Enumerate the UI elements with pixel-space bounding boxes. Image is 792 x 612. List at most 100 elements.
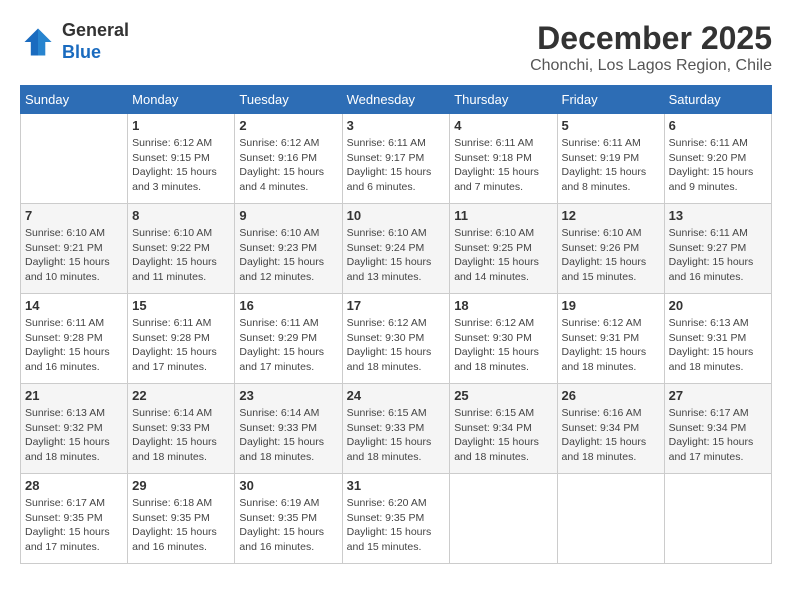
weekday-header-friday: Friday xyxy=(557,86,664,114)
day-number: 2 xyxy=(239,118,337,133)
day-number: 20 xyxy=(669,298,767,313)
weekday-header-sunday: Sunday xyxy=(21,86,128,114)
day-info: Sunrise: 6:15 AMSunset: 9:34 PMDaylight:… xyxy=(454,406,552,465)
month-title: December 2025 xyxy=(530,20,772,57)
calendar-cell: 1Sunrise: 6:12 AMSunset: 9:15 PMDaylight… xyxy=(128,114,235,204)
day-info: Sunrise: 6:13 AMSunset: 9:32 PMDaylight:… xyxy=(25,406,123,465)
calendar-cell: 22 Sunrise: 6:14 AMSunset: 9:33 PMDayligh… xyxy=(128,384,235,474)
day-info: Sunrise: 6:11 AMSunset: 9:27 PMDaylight:… xyxy=(669,226,767,285)
calendar-cell: 2 Sunrise: 6:12 AMSunset: 9:16 PMDaylight… xyxy=(235,114,342,204)
logo: General Blue xyxy=(20,20,129,63)
day-number: 25 xyxy=(454,388,552,403)
calendar-body: 1Sunrise: 6:12 AMSunset: 9:15 PMDaylight… xyxy=(21,114,772,564)
day-number: 11 xyxy=(454,208,552,223)
day-number: 17 xyxy=(347,298,446,313)
day-number: 28 xyxy=(25,478,123,493)
day-info: Sunrise: 6:13 AMSunset: 9:31 PMDaylight:… xyxy=(669,316,767,375)
calendar-cell: 24Sunrise: 6:15 AMSunset: 9:33 PMDayligh… xyxy=(342,384,450,474)
day-info: Sunrise: 6:10 AMSunset: 9:23 PMDaylight:… xyxy=(239,226,337,285)
day-info: Sunrise: 6:16 AMSunset: 9:34 PMDaylight:… xyxy=(562,406,660,465)
day-number: 3 xyxy=(347,118,446,133)
calendar-week-1: 1Sunrise: 6:12 AMSunset: 9:15 PMDaylight… xyxy=(21,114,772,204)
day-number: 16 xyxy=(239,298,337,313)
day-number: 9 xyxy=(239,208,337,223)
day-info: Sunrise: 6:11 AMSunset: 9:19 PMDaylight:… xyxy=(562,136,660,195)
day-number: 15 xyxy=(132,298,230,313)
calendar-cell: 26 Sunrise: 6:16 AMSunset: 9:34 PMDayligh… xyxy=(557,384,664,474)
day-info: Sunrise: 6:15 AMSunset: 9:33 PMDaylight:… xyxy=(347,406,446,465)
calendar-cell: 28 Sunrise: 6:17 AMSunset: 9:35 PMDayligh… xyxy=(21,474,128,564)
day-number: 4 xyxy=(454,118,552,133)
day-info: Sunrise: 6:10 AMSunset: 9:22 PMDaylight:… xyxy=(132,226,230,285)
day-info: Sunrise: 6:11 AMSunset: 9:18 PMDaylight:… xyxy=(454,136,552,195)
day-number: 19 xyxy=(562,298,660,313)
weekday-header-wednesday: Wednesday xyxy=(342,86,450,114)
day-number: 13 xyxy=(669,208,767,223)
day-info: Sunrise: 6:12 AMSunset: 9:30 PMDaylight:… xyxy=(347,316,446,375)
day-info: Sunrise: 6:10 AMSunset: 9:24 PMDaylight:… xyxy=(347,226,446,285)
day-info: Sunrise: 6:12 AMSunset: 9:30 PMDaylight:… xyxy=(454,316,552,375)
day-number: 8 xyxy=(132,208,230,223)
day-info: Sunrise: 6:10 AMSunset: 9:21 PMDaylight:… xyxy=(25,226,123,285)
calendar-cell: 3Sunrise: 6:11 AMSunset: 9:17 PMDaylight… xyxy=(342,114,450,204)
calendar-cell: 16 Sunrise: 6:11 AMSunset: 9:29 PMDayligh… xyxy=(235,294,342,384)
weekday-header-thursday: Thursday xyxy=(450,86,557,114)
weekday-header-saturday: Saturday xyxy=(664,86,771,114)
calendar-cell: 4 Sunrise: 6:11 AMSunset: 9:18 PMDaylight… xyxy=(450,114,557,204)
day-number: 23 xyxy=(239,388,337,403)
calendar-cell: 14Sunrise: 6:11 AMSunset: 9:28 PMDayligh… xyxy=(21,294,128,384)
day-info: Sunrise: 6:17 AMSunset: 9:35 PMDaylight:… xyxy=(25,496,123,555)
day-info: Sunrise: 6:11 AMSunset: 9:28 PMDaylight:… xyxy=(132,316,230,375)
page-header: General Blue December 2025 Chonchi, Los … xyxy=(20,20,772,75)
calendar-cell: 31Sunrise: 6:20 AMSunset: 9:35 PMDayligh… xyxy=(342,474,450,564)
day-number: 12 xyxy=(562,208,660,223)
day-info: Sunrise: 6:14 AMSunset: 9:33 PMDaylight:… xyxy=(132,406,230,465)
calendar-cell: 5Sunrise: 6:11 AMSunset: 9:19 PMDaylight… xyxy=(557,114,664,204)
day-number: 18 xyxy=(454,298,552,313)
calendar-week-3: 14 Sunrise: 6:11 AMSunset: 9:28 PMDayligh… xyxy=(21,294,772,384)
logo-general: General xyxy=(62,20,129,40)
calendar-cell xyxy=(450,474,557,564)
calendar-cell: 27 Sunrise: 6:17 AMSunset: 9:34 PMDayligh… xyxy=(664,384,771,474)
day-number: 7 xyxy=(25,208,123,223)
day-info: Sunrise: 6:10 AMSunset: 9:26 PMDaylight:… xyxy=(562,226,660,285)
day-info: Sunrise: 6:14 AMSunset: 9:33 PMDaylight:… xyxy=(239,406,337,465)
calendar-week-2: 7 Sunrise: 6:10 AMSunset: 9:21 PMDaylight… xyxy=(21,204,772,294)
day-number: 29 xyxy=(132,478,230,493)
logo-blue: Blue xyxy=(62,42,101,62)
calendar-table: SundayMondayTuesdayWednesdayThursdayFrid… xyxy=(20,85,772,564)
calendar-cell: 11 Sunrise: 6:10 AMSunset: 9:25 PMDayligh… xyxy=(450,204,557,294)
calendar-cell: 13 Sunrise: 6:11 AMSunset: 9:27 PMDayligh… xyxy=(664,204,771,294)
calendar-cell: 17 Sunrise: 6:12 AMSunset: 9:30 PMDayligh… xyxy=(342,294,450,384)
calendar-cell xyxy=(21,114,128,204)
day-number: 14 xyxy=(25,298,123,313)
calendar-cell: 23 Sunrise: 6:14 AMSunset: 9:33 PMDayligh… xyxy=(235,384,342,474)
day-info: Sunrise: 6:18 AMSunset: 9:35 PMDaylight:… xyxy=(132,496,230,555)
day-info: Sunrise: 6:17 AMSunset: 9:34 PMDaylight:… xyxy=(669,406,767,465)
calendar-cell: 15 Sunrise: 6:11 AMSunset: 9:28 PMDayligh… xyxy=(128,294,235,384)
day-info: Sunrise: 6:12 AMSunset: 9:15 PMDaylight:… xyxy=(132,136,230,195)
logo-icon xyxy=(20,24,56,60)
day-info: Sunrise: 6:12 AMSunset: 9:16 PMDaylight:… xyxy=(239,136,337,195)
calendar-cell: 20 Sunrise: 6:13 AMSunset: 9:31 PMDayligh… xyxy=(664,294,771,384)
calendar-cell: 18 Sunrise: 6:12 AMSunset: 9:30 PMDayligh… xyxy=(450,294,557,384)
day-info: Sunrise: 6:19 AMSunset: 9:35 PMDaylight:… xyxy=(239,496,337,555)
day-number: 10 xyxy=(347,208,446,223)
day-info: Sunrise: 6:10 AMSunset: 9:25 PMDaylight:… xyxy=(454,226,552,285)
day-number: 22 xyxy=(132,388,230,403)
day-number: 31 xyxy=(347,478,446,493)
calendar-cell: 9 Sunrise: 6:10 AMSunset: 9:23 PMDaylight… xyxy=(235,204,342,294)
calendar-week-4: 21Sunrise: 6:13 AMSunset: 9:32 PMDayligh… xyxy=(21,384,772,474)
day-info: Sunrise: 6:11 AMSunset: 9:29 PMDaylight:… xyxy=(239,316,337,375)
calendar-cell: 30Sunrise: 6:19 AMSunset: 9:35 PMDayligh… xyxy=(235,474,342,564)
title-section: December 2025 Chonchi, Los Lagos Region,… xyxy=(530,20,772,75)
calendar-cell: 21Sunrise: 6:13 AMSunset: 9:32 PMDayligh… xyxy=(21,384,128,474)
calendar-cell: 19Sunrise: 6:12 AMSunset: 9:31 PMDayligh… xyxy=(557,294,664,384)
day-number: 26 xyxy=(562,388,660,403)
calendar-cell: 8 Sunrise: 6:10 AMSunset: 9:22 PMDaylight… xyxy=(128,204,235,294)
calendar-header-row: SundayMondayTuesdayWednesdayThursdayFrid… xyxy=(21,86,772,114)
calendar-week-5: 28 Sunrise: 6:17 AMSunset: 9:35 PMDayligh… xyxy=(21,474,772,564)
day-number: 27 xyxy=(669,388,767,403)
calendar-cell xyxy=(557,474,664,564)
weekday-header-monday: Monday xyxy=(128,86,235,114)
